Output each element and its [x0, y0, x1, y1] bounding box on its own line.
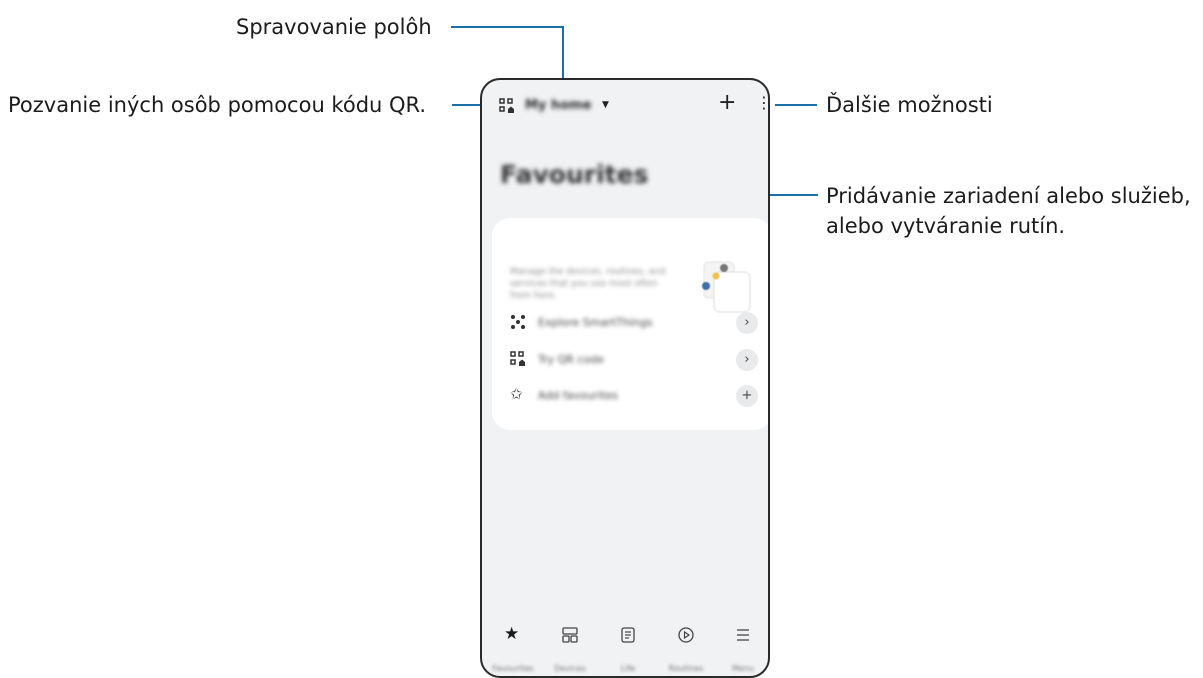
page-title: Favourites [500, 160, 649, 189]
nav-item-favourites[interactable]: ★ Favourites [488, 620, 538, 676]
star-outline-icon: ✩ [510, 385, 523, 403]
favourites-card: Manage the devices, routines, and servic… [492, 218, 768, 430]
callout-manage-places: Spravovanie polôh [236, 15, 432, 39]
more-options-icon[interactable]: ⋮ [756, 94, 768, 112]
nav-item-life[interactable]: Life [603, 620, 653, 676]
callout-line-more [775, 104, 817, 106]
list-item-label: Explore SmartThings [538, 316, 653, 329]
bottom-nav: ★ Favourites Devices Life Routines Menu [482, 620, 768, 676]
callout-add-devices-line1: Pridávanie zariadení alebo služieb, [826, 184, 1191, 208]
add-favourite-icon[interactable]: + [736, 385, 758, 407]
nav-label: Menu [732, 664, 754, 673]
nav-label: Life [620, 664, 636, 673]
callout-line-places-h [451, 26, 564, 28]
list-item-label: Add favourites [538, 389, 619, 402]
add-icon[interactable]: + [718, 92, 736, 114]
location-name[interactable]: My home [525, 98, 592, 113]
nav-label: Favourites [492, 664, 534, 673]
nav-label: Routines [668, 664, 704, 673]
callout-more-options: Ďalšie možnosti [826, 93, 993, 117]
chevron-right-icon[interactable]: › [736, 349, 758, 371]
star-icon: ★ [504, 624, 520, 644]
nav-item-routines[interactable]: Routines [661, 620, 711, 676]
callout-invite-qr: Pozvanie iných osôb pomocou kódu QR. [8, 93, 427, 117]
nav-label: Devices [554, 664, 586, 673]
phone-screen: My home ▼ + ⋮ Favourites Manage the devi… [480, 78, 770, 678]
list-item-label: Try QR code [538, 353, 604, 366]
location-dropdown-icon[interactable]: ▼ [602, 100, 609, 110]
callout-add-devices-line2: alebo vytváranie rutín. [826, 214, 1066, 238]
card-description: Manage the devices, routines, and servic… [510, 267, 666, 301]
nav-item-menu[interactable]: Menu [718, 620, 768, 676]
nav-item-devices[interactable]: Devices [545, 620, 595, 676]
chevron-right-icon[interactable]: › [736, 312, 758, 334]
